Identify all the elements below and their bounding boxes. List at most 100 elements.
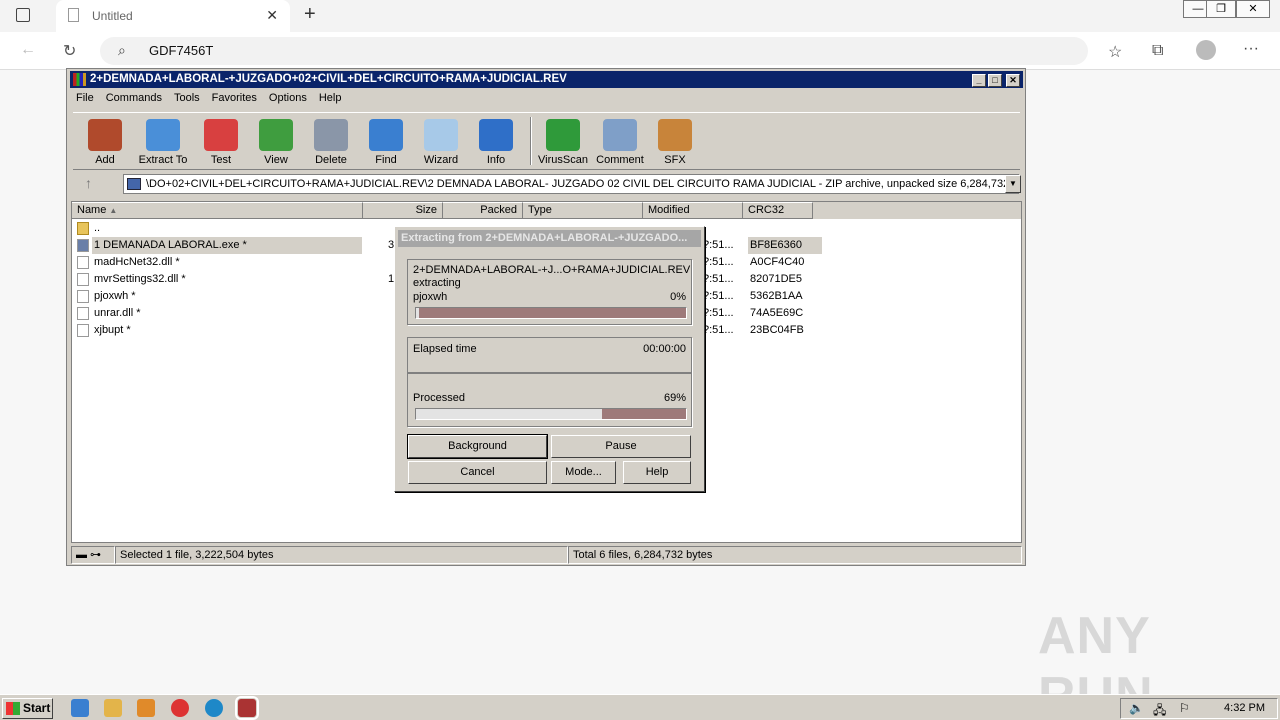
virusscan-button[interactable]: VirusScan	[535, 116, 591, 168]
info-label: Info	[486, 154, 506, 166]
file-crc: 74A5E69C	[750, 307, 804, 319]
file-name: xjbupt *	[94, 324, 131, 336]
column-name[interactable]: Name ▲	[72, 202, 363, 219]
add-label: Add	[95, 154, 115, 166]
close-button[interactable]: ✕	[1236, 0, 1270, 18]
browser-tab[interactable]: Untitled ✕	[56, 0, 290, 32]
delete-button[interactable]: Delete	[303, 116, 359, 168]
archive-icon	[127, 178, 141, 190]
column-size[interactable]: Size	[363, 202, 443, 219]
column-crc32[interactable]: CRC32	[743, 202, 813, 219]
column-packed[interactable]: Packed	[443, 202, 523, 219]
back-arrow-icon[interactable]: ←	[20, 41, 36, 59]
wizard-button[interactable]: Wizard	[413, 116, 469, 168]
chrome-icon[interactable]	[171, 699, 189, 717]
cancel-button[interactable]: Cancel	[408, 461, 547, 484]
media-player-icon[interactable]	[137, 699, 155, 717]
rar-maximize-button[interactable]: □	[988, 74, 1002, 87]
view-label: View	[264, 154, 288, 166]
taskbar: Start 🔈 🖧 ⚐ 4:32 PM	[0, 694, 1280, 720]
file-icon	[77, 290, 89, 303]
menu-options[interactable]: Options	[263, 90, 313, 104]
rar-minimize-button[interactable]: _	[972, 74, 986, 87]
address-bar[interactable]: ⌕ GDF7456T	[100, 37, 1088, 65]
pause-button[interactable]: Pause	[551, 435, 691, 458]
view-button[interactable]: View	[248, 116, 304, 168]
extract-to-button[interactable]: Extract To	[135, 116, 191, 168]
menu-tools[interactable]: Tools	[168, 90, 206, 104]
menu-help[interactable]: Help	[313, 90, 348, 104]
file-name: unrar.dll *	[94, 307, 141, 319]
help-button[interactable]: Help	[623, 461, 691, 484]
winrar-icon[interactable]	[235, 696, 259, 720]
processed-label: Processed	[413, 392, 465, 404]
winrar-title-bar[interactable]: 2+DEMNADA+LABORAL-+JUZGADO+02+CIVIL+DEL+…	[70, 71, 1023, 88]
info-icon	[479, 119, 513, 151]
file-crc: A0CF4C40	[750, 256, 805, 268]
file-modified: ?:51...	[703, 256, 734, 268]
address-text: GDF7456T	[149, 43, 214, 58]
menu-file[interactable]: File	[70, 90, 100, 104]
add-button[interactable]: Add	[77, 116, 133, 168]
test-button[interactable]: Test	[193, 116, 249, 168]
favorites-icon[interactable]: ☆	[1108, 42, 1122, 62]
action-center-flag-icon[interactable]: ⚐	[1179, 701, 1190, 715]
winrar-logo-icon	[73, 73, 86, 86]
dialog-title[interactable]: Extracting from 2+DEMNADA+LABORAL-+JUZGA…	[398, 230, 701, 247]
file-crc: 82071DE5	[750, 273, 802, 285]
refresh-icon[interactable]: ↻	[63, 41, 76, 61]
system-tray: 🔈 🖧 ⚐ 4:32 PM	[1120, 698, 1278, 719]
new-tab-button[interactable]: +	[304, 3, 316, 26]
column-type[interactable]: Type	[523, 202, 643, 219]
page-icon	[68, 8, 79, 22]
processed-group: Processed 69%	[407, 373, 692, 427]
column-modified[interactable]: Modified	[643, 202, 743, 219]
find-button[interactable]: Find	[358, 116, 414, 168]
file-icon	[77, 324, 89, 337]
comment-icon	[603, 119, 637, 151]
file-name: 1 DEMANADA LABORAL.exe *	[92, 237, 362, 254]
ie-icon[interactable]	[71, 699, 89, 717]
edge-icon[interactable]	[205, 699, 223, 717]
collections-icon[interactable]: ⧉	[1152, 42, 1163, 60]
file-modified: ?:51...	[703, 239, 734, 251]
elapsed-value: 00:00:00	[643, 343, 686, 355]
info-button[interactable]: Info	[468, 116, 524, 168]
exe-file-icon	[77, 239, 89, 252]
tab-close-icon[interactable]: ✕	[266, 7, 278, 24]
more-menu-icon[interactable]: ···	[1243, 40, 1259, 58]
network-icon[interactable]: 🖧	[1153, 701, 1166, 720]
comment-label: Comment	[596, 154, 644, 166]
action-text: extracting	[413, 277, 461, 289]
windows-logo-icon	[6, 702, 20, 715]
path-row: ↑ \DO+02+CIVIL+DEL+CIRCUITO+RAMA+JUDICIA…	[73, 173, 1021, 195]
explorer-icon[interactable]	[104, 699, 122, 717]
maximize-button[interactable]: ❐	[1206, 0, 1236, 18]
path-field[interactable]: \DO+02+CIVIL+DEL+CIRCUITO+RAMA+JUDICIAL.…	[123, 174, 1019, 194]
path-text: \DO+02+CIVIL+DEL+CIRCUITO+RAMA+JUDICIAL.…	[146, 178, 1019, 190]
volume-icon[interactable]: 🔈	[1129, 701, 1144, 715]
path-dropdown-icon[interactable]: ▼	[1005, 175, 1021, 193]
menu-favorites[interactable]: Favorites	[206, 90, 263, 104]
extract-progress-dialog: Extracting from 2+DEMNADA+LABORAL-+JUZGA…	[394, 226, 705, 492]
find-magnifier-icon	[369, 119, 403, 151]
comment-button[interactable]: Comment	[592, 116, 648, 168]
file-name: mvrSettings32.dll *	[94, 273, 186, 285]
tab-actions-icon[interactable]	[16, 8, 30, 22]
profile-avatar[interactable]	[1196, 40, 1216, 60]
mode-button[interactable]: Mode...	[551, 461, 616, 484]
sfx-button[interactable]: SFX	[647, 116, 703, 168]
menu-commands[interactable]: Commands	[100, 90, 168, 104]
start-button[interactable]: Start	[2, 698, 53, 719]
up-folder-icon[interactable]: ↑	[85, 175, 92, 191]
add-archive-icon	[88, 119, 122, 151]
file-crc: 5362B1AA	[750, 290, 803, 302]
rar-close-button[interactable]: ✕	[1006, 74, 1020, 87]
status-total: Total 6 files, 6,284,732 bytes	[568, 546, 1022, 564]
parent-folder-icon	[77, 222, 89, 235]
file-name: madHcNet32.dll *	[94, 256, 180, 268]
file-name: pjoxwh *	[94, 290, 136, 302]
wizard-label: Wizard	[423, 154, 459, 166]
background-button[interactable]: Background	[407, 434, 548, 459]
sfx-box-icon	[658, 119, 692, 151]
